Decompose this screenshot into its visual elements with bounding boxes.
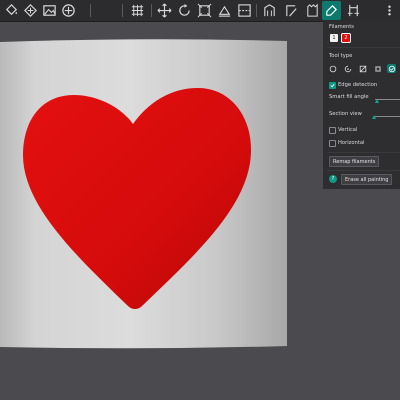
top-toolbar [0, 0, 400, 22]
edge-detection-checkbox[interactable] [329, 82, 336, 89]
toolbar-separator [256, 4, 257, 17]
sphere-brush-icon[interactable] [343, 64, 352, 73]
move-icon[interactable] [155, 1, 174, 20]
color-painting-panel: Filaments 1 2 Tool type Edge detection S… [323, 21, 400, 189]
gap-fill-icon[interactable] [373, 64, 382, 73]
measure-icon[interactable] [344, 1, 363, 20]
more-icon[interactable] [380, 1, 399, 20]
filament-2-button[interactable]: 2 [341, 33, 351, 43]
remap-filaments-button[interactable]: Remap filaments [329, 156, 380, 167]
support-paint-icon[interactable] [260, 1, 279, 20]
erase-all-painting-button[interactable]: Erase all painting [341, 174, 393, 185]
cut-icon[interactable] [235, 1, 254, 20]
tool-type-label: Tool type [329, 53, 353, 59]
image-icon[interactable] [40, 1, 59, 20]
rotate-icon[interactable] [175, 1, 194, 20]
toolbar-separator [151, 4, 152, 17]
place-on-face-icon[interactable] [215, 1, 234, 20]
color-paint-icon[interactable] [322, 1, 341, 20]
filament-1-button[interactable]: 1 [330, 34, 338, 42]
plus-circle-icon[interactable] [59, 1, 78, 20]
grid-icon[interactable] [128, 1, 147, 20]
edge-detection-label: Edge detection [338, 82, 378, 88]
fuzzy-skin-icon[interactable] [303, 1, 322, 20]
help-icon[interactable]: ? [329, 175, 337, 183]
horizontal-checkbox[interactable] [329, 140, 336, 147]
section-view-label: Section view [329, 111, 362, 117]
vertical-checkbox[interactable] [329, 127, 336, 134]
move-3d-icon[interactable] [21, 1, 40, 20]
panel-divider [327, 170, 400, 171]
fill-icon[interactable] [358, 64, 367, 73]
panel-divider [327, 47, 400, 48]
smart-fill-icon[interactable] [387, 64, 396, 73]
circle-brush-icon[interactable] [328, 64, 337, 73]
section-view-slider[interactable] [375, 116, 400, 117]
filaments-label: Filaments [329, 24, 354, 30]
toolbar-separator [90, 4, 91, 17]
paint-bucket-icon[interactable] [2, 1, 21, 20]
seam-paint-icon[interactable] [282, 1, 301, 20]
section-view-slider-thumb[interactable] [372, 115, 376, 119]
horizontal-label: Horizontal [338, 140, 365, 146]
panel-divider [327, 152, 400, 153]
smart-fill-angle-label: Smart fill angle [329, 94, 369, 100]
smart-fill-angle-slider-thumb[interactable] [375, 99, 379, 103]
scale-icon[interactable] [195, 1, 214, 20]
toolbar-separator [122, 4, 123, 17]
vertical-label: Vertical [338, 127, 358, 133]
